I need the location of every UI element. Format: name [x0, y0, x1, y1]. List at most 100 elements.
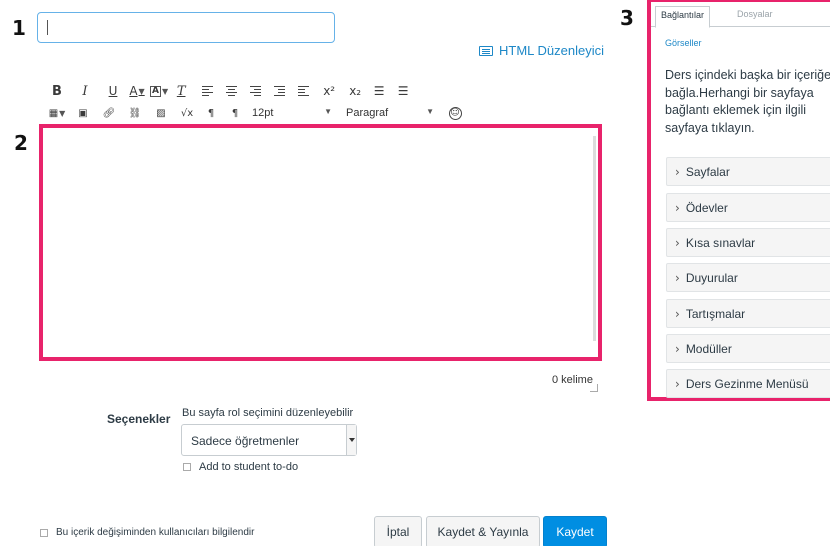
accessibility-icon: ☺ [448, 106, 462, 120]
font-size-value: 12pt [252, 107, 274, 119]
section-course-navigation[interactable]: › Ders Gezinme Menüsü [666, 369, 830, 398]
section-assignments[interactable]: › Ödevler [666, 193, 830, 222]
chevron-right-icon: › [675, 200, 680, 215]
section-label: Tartışmalar [685, 306, 746, 321]
section-quizzes[interactable]: › Kısa sınavlar [666, 228, 830, 257]
chevron-down-icon: ▼ [59, 108, 66, 118]
equation-button[interactable]: √x [178, 104, 196, 122]
highlight-button[interactable]: A ▼ [150, 82, 168, 100]
outdent-icon [297, 86, 309, 96]
align-right-icon [249, 86, 261, 96]
options-label: Seçenekler [107, 412, 171, 426]
ltr-button[interactable]: ¶ [202, 104, 220, 122]
table-button[interactable]: ▦ ▼ [48, 104, 66, 122]
underline-button[interactable]: U [104, 82, 122, 100]
bold-button[interactable]: B [48, 82, 66, 100]
font-color-label: A [129, 84, 138, 98]
cancel-button[interactable]: İptal [374, 516, 422, 546]
notify-users-checkbox[interactable] [40, 528, 48, 537]
outdent-button[interactable] [294, 82, 312, 100]
clear-format-button[interactable]: T [172, 82, 190, 100]
section-label: Ödevler [685, 200, 728, 215]
block-format-value: Paragraf [346, 107, 389, 119]
align-center-button[interactable] [222, 82, 240, 100]
image-button[interactable]: ▨ [152, 104, 170, 122]
keyboard-icon [479, 45, 493, 56]
chevron-right-icon: › [675, 270, 680, 285]
media-button[interactable]: ▣ [74, 104, 92, 122]
subscript-button[interactable]: x₂ [346, 82, 364, 100]
chevron-down-icon: ▼ [426, 107, 434, 116]
link-icon: 🔗︎ [102, 107, 116, 119]
section-discussions[interactable]: › Tartışmalar [666, 299, 830, 328]
panel-tabs: Bağlantılar Dosyalar [651, 2, 830, 28]
page-title-input[interactable] [37, 12, 335, 43]
block-format-select[interactable]: Paragraf ▼ [346, 107, 440, 119]
student-todo-label: Add to student to-do [199, 461, 299, 473]
text-caret [47, 20, 48, 35]
callout-2: 2 [14, 131, 28, 155]
student-todo-option[interactable]: Add to student to-do [183, 461, 298, 473]
tab-files[interactable]: Dosyalar [737, 9, 773, 19]
section-label: Sayfalar [685, 164, 730, 179]
bullet-list-button[interactable]: ☰ [370, 82, 388, 100]
chevron-right-icon: › [675, 341, 680, 356]
highlight-icon: A [150, 85, 161, 97]
italic-button[interactable]: I [76, 82, 94, 100]
font-color-button[interactable]: A ▼ [128, 82, 146, 100]
chevron-down-icon: ▼ [162, 86, 169, 96]
indent-button[interactable] [270, 82, 288, 100]
role-select[interactable]: Sadece öğretmenler [181, 424, 357, 456]
editor-toolbar-row-2: ▦ ▼ ▣ 🔗︎ ⛓ ▨ √x ¶ ¶ 12pt ▼ Paragraf ▼ ☺ [48, 104, 468, 122]
content-selector-panel: Bağlantılar Dosyalar Görseller Ders için… [647, 0, 830, 401]
numbered-list-button[interactable]: ☰ [394, 82, 412, 100]
editor-toolbar-row-1: B I U A ▼ A ▼ T x² x₂ ☰ ☰ [48, 82, 416, 100]
unlink-icon: ⛓ [128, 107, 142, 119]
align-left-button[interactable] [198, 82, 216, 100]
section-label: Duyurular [685, 270, 738, 285]
indent-icon [273, 86, 285, 96]
section-announcements[interactable]: › Duyurular [666, 263, 830, 292]
callout-3: 3 [620, 6, 634, 30]
save-button[interactable]: Kaydet [543, 516, 607, 546]
tab-links[interactable]: Bağlantılar [655, 6, 711, 28]
chevron-down-icon: ▼ [324, 107, 332, 116]
chevron-down-icon [346, 425, 356, 455]
rtl-button[interactable]: ¶ [226, 104, 244, 122]
html-editor-label: HTML Düzenleyici [499, 43, 604, 58]
align-right-button[interactable] [246, 82, 264, 100]
section-label: Ders Gezinme Menüsü [685, 376, 809, 391]
chevron-right-icon: › [675, 235, 680, 250]
image-icon: ▨ [156, 107, 166, 119]
resize-handle[interactable] [590, 384, 598, 392]
chevron-right-icon: › [675, 164, 680, 179]
word-count: 0 kelime [552, 374, 593, 386]
role-select-value: Sadece öğretmenler [191, 434, 300, 448]
unlink-button[interactable]: ⛓ [126, 104, 144, 122]
align-center-icon [225, 86, 237, 96]
rich-text-editor-body[interactable] [39, 124, 602, 361]
accessibility-button[interactable]: ☺ [446, 104, 464, 122]
chevron-down-icon: ▼ [138, 86, 145, 96]
editor-scrollbar[interactable] [593, 136, 596, 341]
font-size-select[interactable]: 12pt ▼ [252, 107, 338, 119]
save-publish-button[interactable]: Kaydet & Yayınla [426, 516, 540, 546]
callout-1: 1 [12, 16, 26, 40]
table-icon: ▦ [48, 107, 59, 119]
html-editor-link[interactable]: HTML Düzenleyici [479, 43, 604, 58]
panel-description: Ders içindeki başka bir içeriğe bağla.He… [665, 68, 830, 135]
notify-users-option[interactable]: Bu içerik değişiminden kullanıcıları bil… [40, 527, 254, 538]
link-button[interactable]: 🔗︎ [100, 104, 118, 122]
chevron-right-icon: › [675, 376, 680, 391]
student-todo-checkbox[interactable] [183, 463, 191, 471]
notify-users-label: Bu içerik değişiminden kullanıcıları bil… [56, 527, 255, 538]
options-hint: Bu sayfa rol seçimini düzenleyebilir [182, 407, 354, 419]
align-left-icon [201, 86, 213, 96]
section-pages[interactable]: › Sayfalar [666, 157, 830, 186]
superscript-button[interactable]: x² [320, 82, 338, 100]
chevron-right-icon: › [675, 306, 680, 321]
media-icon: ▣ [78, 107, 88, 119]
section-label: Modüller [685, 341, 732, 356]
tab-images[interactable]: Görseller [665, 38, 702, 48]
section-modules[interactable]: › Modüller [666, 334, 830, 363]
